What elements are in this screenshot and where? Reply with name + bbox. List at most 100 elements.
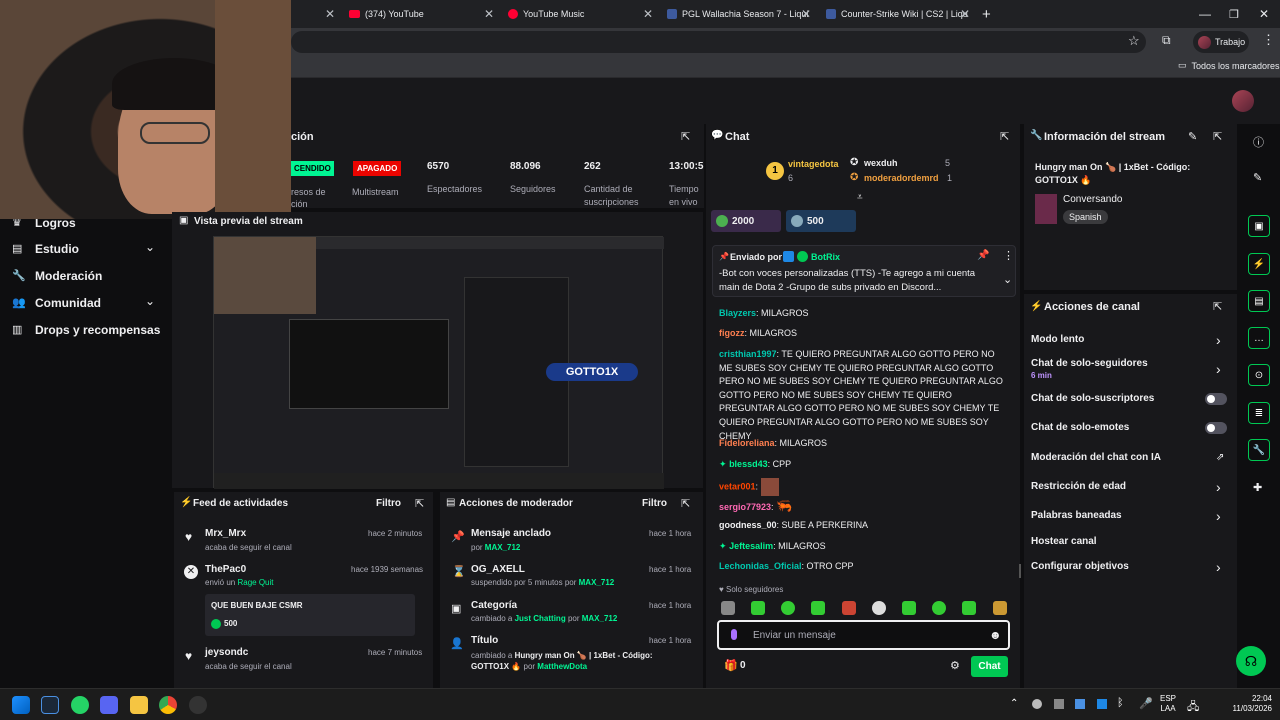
all-bookmarks-button[interactable]: ▭ Todos los marcadores	[1178, 60, 1280, 71]
add-action-icon[interactable]: ✚	[1253, 481, 1262, 494]
sidebar-item-moderacion[interactable]: 🔧 Moderación	[0, 267, 172, 285]
mod-user-link[interactable]: MAX_712	[485, 543, 521, 552]
chat-input[interactable]: Enviar un mensaje ☻	[717, 620, 1010, 650]
emote-icon[interactable]	[872, 601, 886, 615]
tray-icon[interactable]	[1054, 699, 1064, 709]
mod-action-title[interactable]: OG_AXELL	[471, 564, 525, 575]
file-explorer-icon[interactable]	[130, 696, 148, 714]
slow-mode-action[interactable]: Modo lento ›	[1026, 332, 1234, 350]
mic-icon[interactable]	[731, 629, 737, 640]
sidebar-item-comunidad[interactable]: 👥 Comunidad ⌄	[0, 294, 172, 312]
expand-icon[interactable]: ⩡	[857, 192, 863, 203]
host-channel-action[interactable]: Hostear canal	[1026, 534, 1234, 552]
tray-icon[interactable]	[1075, 699, 1085, 709]
leaderboard-user[interactable]: moderadordemrd	[864, 173, 939, 183]
popout-icon[interactable]: ⇱	[681, 497, 690, 510]
edit-pencil-icon[interactable]: ✎	[1253, 171, 1262, 184]
user-avatar[interactable]	[1232, 90, 1254, 112]
chrome-icon[interactable]	[159, 696, 177, 714]
clip-icon[interactable]: ▣	[1248, 215, 1270, 237]
chat-username[interactable]: sergio77923	[719, 502, 771, 512]
emote-icon[interactable]	[902, 601, 916, 615]
mod-user-link[interactable]: MAX_712	[579, 578, 615, 587]
info-icon[interactable]: ⓘ	[1253, 134, 1264, 150]
language-tag[interactable]: Spanish	[1063, 210, 1108, 224]
menu-kebab-icon[interactable]: ⋮	[1262, 32, 1275, 48]
feed-user[interactable]: jeysondc	[205, 647, 248, 658]
mic-icon[interactable]: 🎤	[1139, 697, 1153, 710]
bluetooth-icon[interactable]: ᛒ	[1117, 697, 1124, 709]
mod-user-link[interactable]: MatthewDota	[537, 662, 587, 671]
chat-send-button[interactable]: Chat	[971, 656, 1008, 677]
discord-icon[interactable]	[100, 696, 118, 714]
network-icon[interactable]: 🖧	[1187, 698, 1199, 717]
chat-username[interactable]: figozz	[719, 328, 745, 338]
emote-only-chat-action[interactable]: Chat de solo-emotes	[1026, 420, 1234, 438]
emote-icon[interactable]	[932, 601, 946, 615]
channel-points-icon[interactable]: 🎁	[724, 659, 738, 672]
chat-username[interactable]: vetar001	[719, 481, 756, 491]
sidebar-item-estudio[interactable]: ▤ Estudio ⌄	[0, 240, 172, 258]
obs-icon[interactable]	[189, 696, 207, 714]
minimize-icon[interactable]: —	[1199, 0, 1211, 28]
feed-link[interactable]: Rage Quit	[237, 578, 273, 587]
chevron-up-icon[interactable]: ⌃	[1010, 698, 1018, 709]
tray-icon[interactable]	[1032, 699, 1042, 709]
bookmark-star-icon[interactable]: ☆	[1128, 33, 1140, 49]
new-tab-icon[interactable]: +	[982, 0, 991, 28]
emote-icon[interactable]	[781, 601, 795, 615]
chat-username[interactable]: Fideloreliana	[719, 438, 775, 448]
more-options-icon[interactable]: ⋮	[1003, 249, 1014, 262]
emote-icon[interactable]	[993, 601, 1007, 615]
sidebar-item-drops[interactable]: ▥ Drops y recompensas	[0, 321, 172, 339]
unpin-icon[interactable]: 📌	[977, 250, 989, 261]
edit-pencil-icon[interactable]: ✎	[1188, 130, 1197, 143]
wrench-icon[interactable]: 🔧	[1248, 439, 1270, 461]
ai-chat-moderation-action[interactable]: Moderación del chat con IA ⇗	[1026, 450, 1234, 468]
stream-preview-video[interactable]: GOTTO1X	[213, 236, 664, 489]
tab-youtube-music[interactable]: YouTube Music	[508, 0, 584, 28]
banned-words-action[interactable]: Palabras baneadas ›	[1026, 508, 1234, 526]
chevron-down-icon[interactable]: ⌄	[1003, 273, 1012, 286]
feed-user[interactable]: Mrx_Mrx	[205, 528, 246, 539]
emoji-icon[interactable]: ☻	[989, 628, 1002, 642]
followers-only-chat-action[interactable]: Chat de solo-seguidores 6 min ›	[1026, 356, 1234, 384]
clipboard-icon[interactable]: ▤	[1248, 290, 1270, 312]
emote-icon[interactable]	[962, 601, 976, 615]
windows-start-icon[interactable]	[12, 696, 30, 714]
chat-bubble-icon[interactable]: …	[1248, 327, 1270, 349]
close-tab-icon[interactable]: ✕	[643, 0, 653, 28]
close-tab-icon[interactable]: ✕	[960, 0, 970, 28]
chat-username[interactable]: Lechonidas_Oficial	[719, 561, 802, 571]
close-tab-icon[interactable]: ✕	[325, 0, 335, 28]
chat-username[interactable]: cristhian1997	[719, 349, 777, 359]
popout-icon[interactable]: ⇱	[415, 497, 424, 510]
language-indicator[interactable]: ESP LAA	[1160, 694, 1176, 714]
popout-icon[interactable]: ⇱	[1213, 300, 1222, 313]
leaderboard-user[interactable]: vintagedota	[788, 159, 839, 169]
emote-icon[interactable]	[751, 601, 765, 615]
extensions-icon[interactable]: ⧉	[1162, 33, 1171, 48]
steam-icon[interactable]	[41, 696, 59, 714]
leaderboard-user[interactable]: wexduh	[864, 158, 898, 168]
tab-youtube[interactable]: (374) YouTube	[349, 0, 424, 28]
lightning-icon[interactable]: ⚡	[1248, 253, 1270, 275]
hype-bits-badge[interactable]: 2000	[711, 210, 781, 232]
profile-button[interactable]: Trabajo	[1193, 31, 1249, 53]
set-goals-action[interactable]: Configurar objetivos ›	[1026, 559, 1234, 577]
close-tab-icon[interactable]: ✕	[484, 0, 494, 28]
help-headset-icon[interactable]: ☊	[1236, 646, 1266, 676]
settings-gear-icon[interactable]: ⚙	[950, 659, 960, 672]
emote-only-toggle[interactable]	[1205, 422, 1227, 434]
chat-scrollbar[interactable]	[1019, 564, 1021, 578]
chat-username[interactable]: Blayzers	[719, 308, 756, 318]
category-boxart[interactable]	[1035, 194, 1057, 224]
hype-bits-badge[interactable]: 500	[786, 210, 856, 232]
activity-filter-button[interactable]: Filtro	[376, 498, 401, 509]
tab-counter-strike-wiki[interactable]: Counter-Strike Wiki | CS2 | Liqu	[826, 0, 968, 28]
pinned-by-user[interactable]: BotRix	[811, 252, 840, 262]
url-field[interactable]	[291, 31, 1146, 53]
popout-icon[interactable]: ⇱	[1000, 130, 1009, 143]
whatsapp-icon[interactable]	[71, 696, 89, 714]
close-window-icon[interactable]: ✕	[1259, 0, 1269, 28]
